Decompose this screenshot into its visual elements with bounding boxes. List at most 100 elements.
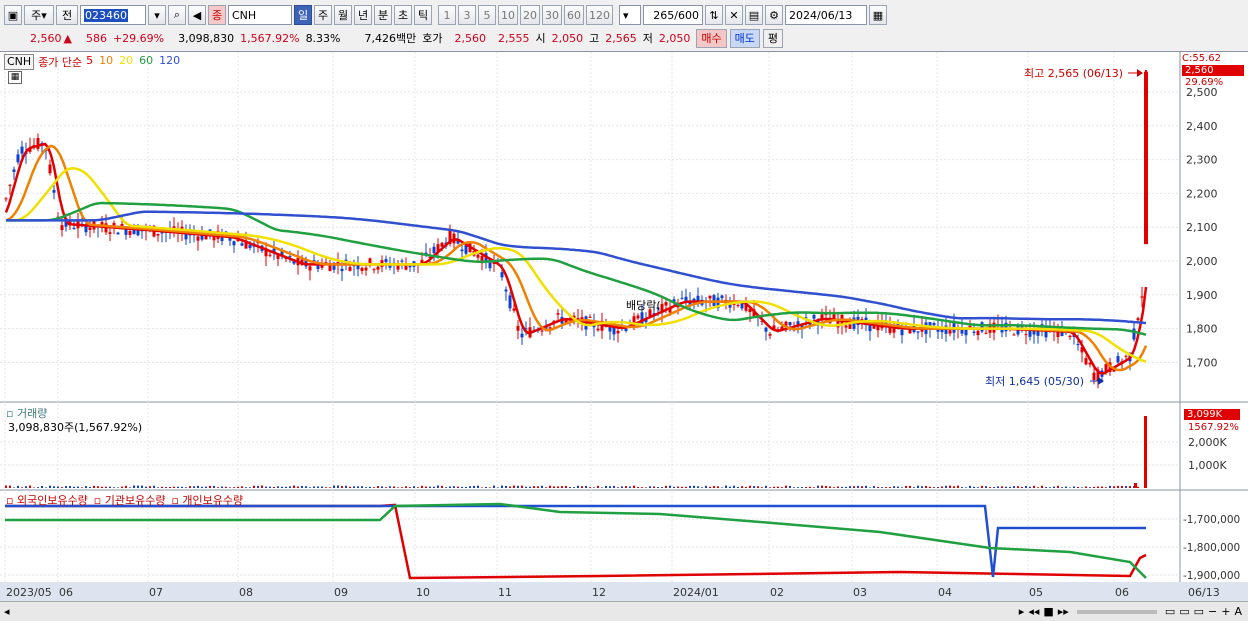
volume-bar <box>373 487 375 488</box>
volume-bar <box>349 486 351 488</box>
volume-bar <box>617 487 619 488</box>
foreign-holdings-line <box>5 503 1147 580</box>
stock-legend-name[interactable]: CNH <box>4 54 35 70</box>
period-tab-0[interactable]: 일 <box>294 5 312 25</box>
type-dropdown[interactable]: 주 ▾ <box>24 5 54 25</box>
play-icon[interactable]: ▸ <box>1019 605 1025 618</box>
table-icon[interactable]: ▦ <box>8 71 22 84</box>
period-tab-3[interactable]: 년 <box>354 5 372 25</box>
candle-body <box>900 329 904 336</box>
volume-bar <box>605 485 607 488</box>
date-field[interactable]: 2024/06/13 <box>785 5 867 25</box>
candle-body <box>796 321 800 325</box>
text-size-icon[interactable]: A <box>1234 605 1242 618</box>
volume-bar <box>265 486 267 488</box>
stop-icon[interactable]: ■ <box>1043 605 1053 618</box>
candle-body <box>624 328 628 331</box>
interval-dropdown[interactable]: ▾ <box>619 5 641 25</box>
chart-area[interactable]: 2,500 2,400 2,300 2,200 2,100 2,000 1,900 1,800… <box>0 51 1248 602</box>
ma-legend-10[interactable]: 10 <box>99 54 113 70</box>
zoom-out-icon[interactable]: − <box>1208 605 1217 618</box>
interval-button-3[interactable]: 3 <box>458 5 476 25</box>
ma-legend-20[interactable]: 20 <box>119 54 133 70</box>
volume-bar <box>393 486 395 488</box>
buy-button[interactable]: 매수 <box>696 28 727 48</box>
holdings-legend-2[interactable]: ▫ 개인보유수량 <box>171 492 243 508</box>
volume-bar <box>133 485 135 488</box>
candle-body <box>184 234 188 240</box>
type-label: 주 <box>31 9 42 22</box>
volume-bar <box>93 485 95 488</box>
x-tick-8: 2024/01 <box>673 586 719 599</box>
gear-icon[interactable]: ⚙ <box>765 5 783 25</box>
interval-button-30[interactable]: 30 <box>542 5 562 25</box>
stock-chart[interactable]: 2,5002,4002,3002,2002,1002,0001,9001,800… <box>0 52 1248 602</box>
forward-icon[interactable]: ▸▸ <box>1058 605 1069 618</box>
period-tab-6[interactable]: 틱 <box>414 5 432 25</box>
volume-bar <box>973 486 975 488</box>
count-field[interactable]: 265/600 <box>643 5 703 25</box>
volume-bar <box>429 486 431 488</box>
interval-button-120[interactable]: 120 <box>586 5 613 25</box>
layout-icon-2[interactable]: ▭ <box>1179 605 1189 618</box>
bars-icon[interactable]: ⇅ <box>705 5 723 25</box>
volume-bar <box>193 486 195 488</box>
period-tab-2[interactable]: 월 <box>334 5 352 25</box>
volume-bar <box>449 486 451 488</box>
ma-legend-60[interactable]: 60 <box>139 54 153 70</box>
interval-button-60[interactable]: 60 <box>564 5 584 25</box>
stock-name-input[interactable]: CNH <box>228 5 292 25</box>
volume-bar <box>893 486 895 488</box>
sell-button[interactable]: 매도 <box>729 28 760 48</box>
interval-button-5[interactable]: 5 <box>478 5 496 25</box>
speaker-icon[interactable]: ◀ <box>188 5 206 25</box>
candle-body <box>36 138 40 150</box>
rewind-icon[interactable]: ◂◂ <box>1028 605 1039 618</box>
layout-icon-3[interactable]: ▭ <box>1194 605 1204 618</box>
volume-bar <box>137 485 139 488</box>
search-icon[interactable]: ⌕ <box>168 5 186 25</box>
save-icon[interactable]: ▤ <box>745 5 763 25</box>
volume-bar <box>469 486 471 488</box>
volume-last-badge: 3,099K <box>1184 409 1240 420</box>
volume-bar <box>609 486 611 488</box>
volume-bar <box>161 486 163 488</box>
dropdown-arrow-icon[interactable]: ▾ <box>148 5 166 25</box>
jong-badge[interactable]: 종 <box>208 5 226 25</box>
holdings-legend-1[interactable]: ▫ 기관보유수량 <box>94 492 166 508</box>
crosshair-icon[interactable]: ✕ <box>725 5 743 25</box>
layout-icon-1[interactable]: ▭ <box>1165 605 1175 618</box>
bottom-scrollbar[interactable]: ◂ ▸ ◂◂ ■ ▸▸ ▭ ▭ ▭ − + A <box>0 601 1248 621</box>
period-tab-4[interactable]: 분 <box>374 5 392 25</box>
candle-body <box>768 334 772 336</box>
volume-bar <box>741 486 743 488</box>
prev-button[interactable]: 전 <box>56 5 78 25</box>
volume-bar <box>933 487 935 488</box>
volume-bar <box>73 486 75 488</box>
volume-bar <box>545 487 547 488</box>
interval-button-10[interactable]: 10 <box>498 5 518 25</box>
volume-bar <box>921 486 923 488</box>
stock-code-input[interactable]: 023460 <box>80 5 146 25</box>
interval-button-1[interactable]: 1 <box>438 5 456 25</box>
holdings-legend-0[interactable]: ▫ 외국인보유수량 <box>6 492 88 508</box>
interval-button-20[interactable]: 20 <box>520 5 540 25</box>
scroll-left-icon[interactable]: ◂ <box>4 605 10 618</box>
volume-bar <box>125 485 127 488</box>
volume-bar <box>69 486 71 488</box>
volume-bar <box>813 487 815 488</box>
period-tab-5[interactable]: 초 <box>394 5 412 25</box>
ma-legend-5[interactable]: 5 <box>86 54 93 70</box>
window-icon[interactable]: ▣ <box>4 5 22 25</box>
price-tick-5: 2,000 <box>1186 255 1218 268</box>
ma-legend-120[interactable]: 120 <box>159 54 180 70</box>
volume-bar <box>845 486 847 488</box>
flat-button[interactable]: 평 <box>762 28 783 48</box>
zoom-in-icon[interactable]: + <box>1221 605 1230 618</box>
candle-body <box>372 269 376 271</box>
volume-bar <box>201 486 203 488</box>
speed-slider[interactable] <box>1076 609 1157 614</box>
calendar-icon[interactable]: ▦ <box>869 5 887 25</box>
period-tab-1[interactable]: 주 <box>314 5 332 25</box>
volume-bar <box>633 485 635 488</box>
